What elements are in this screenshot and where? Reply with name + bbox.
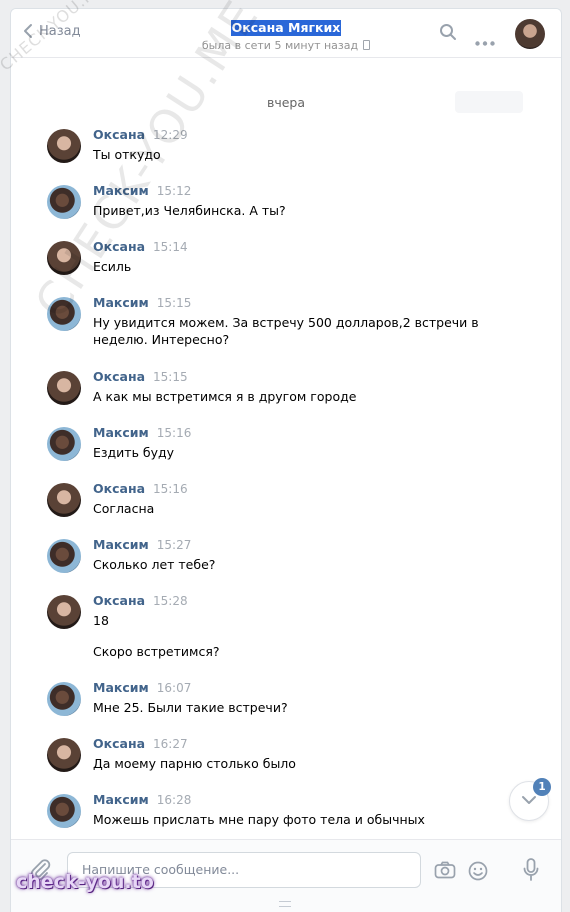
avatar[interactable] xyxy=(47,794,81,828)
message-time: 15:12 xyxy=(156,184,192,198)
search-icon[interactable] xyxy=(439,23,457,45)
message-time: 15:15 xyxy=(156,296,192,310)
message-text: Да моему парню столько было xyxy=(93,756,296,771)
author-name[interactable]: Оксана 16:27 xyxy=(93,736,188,751)
message-time: 16:28 xyxy=(156,793,192,807)
avatar[interactable] xyxy=(47,129,81,163)
message-text: Согласна xyxy=(93,501,155,516)
camera-icon[interactable] xyxy=(434,861,456,883)
message-text: Сколько лет тебе? xyxy=(93,557,216,572)
resize-grip[interactable] xyxy=(279,901,291,907)
message-text: Мне 25. Были такие встречи? xyxy=(93,700,288,715)
message-time: 16:27 xyxy=(153,737,188,751)
avatar[interactable] xyxy=(47,595,81,629)
message-time: 15:14 xyxy=(153,240,188,254)
microphone-icon[interactable] xyxy=(523,858,539,886)
author-name[interactable]: Оксана 15:15 xyxy=(93,369,188,384)
avatar[interactable] xyxy=(47,738,81,772)
message-time: 15:15 xyxy=(153,370,188,384)
avatar[interactable] xyxy=(47,483,81,517)
message-text-followup: Скоро встретимся? xyxy=(93,644,220,659)
avatar[interactable] xyxy=(47,682,81,716)
contact-avatar[interactable] xyxy=(515,19,545,49)
avatar[interactable] xyxy=(47,185,81,219)
message-text: А как мы встретимся я в другом городе xyxy=(93,389,357,404)
message-text: Ездить буду xyxy=(93,445,175,460)
message-text: Привет,из Челябинска. А ты? xyxy=(93,203,286,218)
message-time: 15:16 xyxy=(156,426,192,440)
message-text: 18 xyxy=(93,613,109,628)
message-time: 15:16 xyxy=(153,482,188,496)
chat-panel: Назад Оксана Мягких была в сети 5 минут … xyxy=(10,8,562,912)
avatar[interactable] xyxy=(47,371,81,405)
mobile-icon xyxy=(363,40,371,50)
smile-icon[interactable] xyxy=(468,861,488,885)
author-name[interactable]: Максим 16:07 xyxy=(93,680,191,695)
avatar[interactable] xyxy=(47,539,81,573)
author-name[interactable]: Максим 16:28 xyxy=(93,792,191,807)
message-time: 15:27 xyxy=(156,538,192,552)
message-text: Есиль xyxy=(93,259,132,274)
message-time: 16:07 xyxy=(156,681,192,695)
watermark-bottom: check-you.to xyxy=(16,871,154,893)
author-name[interactable]: Максим 15:27 xyxy=(93,537,191,552)
message-text: Ну увидится можем. За встречу 500 доллар… xyxy=(93,315,479,347)
author-name[interactable]: Оксана 15:28 xyxy=(93,593,188,608)
author-name[interactable]: Максим 15:15 xyxy=(93,295,191,310)
avatar[interactable] xyxy=(47,427,81,461)
more-icon[interactable] xyxy=(475,31,495,50)
unread-badge: 1 xyxy=(533,778,551,796)
author-name[interactable]: Максим 15:16 xyxy=(93,425,191,440)
message-time: 15:28 xyxy=(153,594,188,608)
author-name[interactable]: Оксана 15:16 xyxy=(93,481,188,496)
date-separator: вчера xyxy=(266,95,306,110)
chat-header: Назад Оксана Мягких была в сети 5 минут … xyxy=(11,9,561,58)
message-text: Можешь прислать мне пару фото тела и обы… xyxy=(93,812,425,827)
